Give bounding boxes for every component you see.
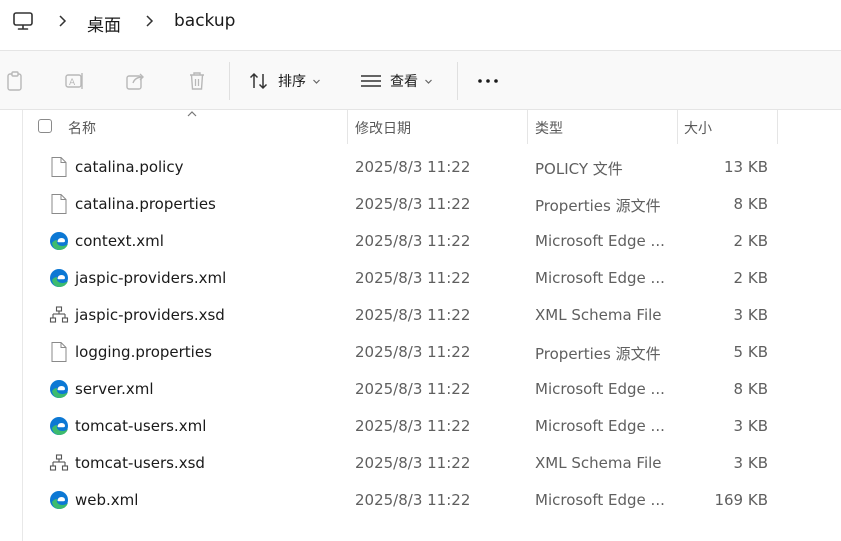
file-row[interactable]: catalina.properties 2025/8/3 11:22 Propert… <box>0 186 841 223</box>
file-row[interactable]: jaspic-providers.xsd 2025/8/3 11:22 XML Sc… <box>0 297 841 334</box>
file-name: tomcat-users.xsd <box>75 454 205 472</box>
file-modified-date: 2025/8/3 11:22 <box>355 158 471 176</box>
chevron-right-icon[interactable] <box>55 13 69 29</box>
sort-icon <box>249 72 268 90</box>
select-all-checkbox[interactable] <box>38 119 52 133</box>
toolbar-separator <box>457 62 458 100</box>
file-size: 2 KB <box>733 232 768 250</box>
edge-icon <box>50 417 68 435</box>
column-divider[interactable] <box>527 110 528 144</box>
breadcrumb-backup[interactable]: backup <box>174 11 235 31</box>
rename-icon[interactable]: A <box>63 69 87 93</box>
delete-icon[interactable] <box>185 69 209 93</box>
file-type: POLICY 文件 <box>535 160 623 178</box>
column-size[interactable]: 大小 <box>684 118 712 138</box>
file-size: 8 KB <box>733 380 768 398</box>
column-name[interactable]: 名称 <box>68 118 96 138</box>
view-list-icon <box>361 75 381 87</box>
column-divider[interactable] <box>677 110 678 144</box>
file-name: context.xml <box>75 232 164 250</box>
document-icon <box>51 157 67 177</box>
edge-icon <box>50 269 68 287</box>
file-name: catalina.policy <box>75 158 184 176</box>
file-size: 5 KB <box>733 343 768 361</box>
file-type: Properties 源文件 <box>535 345 661 363</box>
more-options-button[interactable] <box>476 69 500 93</box>
file-type: Microsoft Edge ... <box>535 232 665 250</box>
file-name: tomcat-users.xml <box>75 417 207 435</box>
schema-icon <box>49 306 69 323</box>
file-size: 2 KB <box>733 269 768 287</box>
file-type: Microsoft Edge ... <box>535 269 665 287</box>
file-row[interactable]: tomcat-users.xsd 2025/8/3 11:22 XML Schema… <box>0 445 841 482</box>
file-modified-date: 2025/8/3 11:22 <box>355 306 471 324</box>
column-date[interactable]: 修改日期 <box>355 118 411 138</box>
view-button[interactable]: 查看 <box>360 69 433 93</box>
sort-label: 排序 <box>278 74 306 90</box>
chevron-down-icon <box>313 79 320 84</box>
file-name: logging.properties <box>75 343 212 361</box>
address-bar[interactable]: 桌面 backup <box>0 0 841 44</box>
column-type[interactable]: 类型 <box>535 118 563 138</box>
file-row[interactable]: web.xml 2025/8/3 11:22 Microsoft Edge ... 1… <box>0 482 841 519</box>
document-icon <box>51 342 67 362</box>
file-name: web.xml <box>75 491 139 509</box>
schema-icon <box>49 454 69 471</box>
file-row[interactable]: tomcat-users.xml 2025/8/3 11:22 Microsoft … <box>0 408 841 445</box>
column-divider[interactable] <box>347 110 348 144</box>
sort-ascending-icon <box>187 111 197 117</box>
file-row[interactable]: catalina.policy 2025/8/3 11:22 POLICY 文件 13… <box>0 149 841 186</box>
breadcrumb-desktop[interactable]: 桌面 <box>87 11 121 36</box>
file-modified-date: 2025/8/3 11:22 <box>355 417 471 435</box>
column-header: 名称 修改日期 类型 大小 <box>0 110 841 144</box>
file-type: XML Schema File <box>535 454 662 472</box>
file-size: 8 KB <box>733 195 768 213</box>
paste-icon[interactable] <box>4 69 28 93</box>
file-size: 13 KB <box>724 158 768 176</box>
toolbar-separator <box>229 62 230 100</box>
chevron-right-icon[interactable] <box>142 13 156 29</box>
file-modified-date: 2025/8/3 11:22 <box>355 195 471 213</box>
file-row[interactable]: jaspic-providers.xml 2025/8/3 11:22 Micros… <box>0 260 841 297</box>
command-bar: A 排序 查看 <box>0 51 841 109</box>
chevron-down-icon <box>425 79 432 84</box>
file-modified-date: 2025/8/3 11:22 <box>355 343 471 361</box>
file-modified-date: 2025/8/3 11:22 <box>355 269 471 287</box>
file-size: 3 KB <box>733 306 768 324</box>
share-icon[interactable] <box>124 69 148 93</box>
file-modified-date: 2025/8/3 11:22 <box>355 232 471 250</box>
this-pc-icon[interactable] <box>12 10 34 32</box>
file-row[interactable]: server.xml 2025/8/3 11:22 Microsoft Edge .… <box>0 371 841 408</box>
file-type: Properties 源文件 <box>535 197 661 215</box>
column-divider[interactable] <box>777 110 778 144</box>
edge-icon <box>50 491 68 509</box>
file-type: Microsoft Edge ... <box>535 417 665 435</box>
edge-icon <box>50 380 68 398</box>
file-modified-date: 2025/8/3 11:22 <box>355 380 471 398</box>
file-name: jaspic-providers.xsd <box>75 306 225 324</box>
file-name: server.xml <box>75 380 154 398</box>
file-modified-date: 2025/8/3 11:22 <box>355 454 471 472</box>
file-name: jaspic-providers.xml <box>75 269 227 287</box>
sort-button[interactable]: 排序 <box>248 69 321 93</box>
more-icon <box>478 79 498 83</box>
file-row[interactable]: context.xml 2025/8/3 11:22 Microsoft Edge … <box>0 223 841 260</box>
view-label: 查看 <box>390 74 418 90</box>
file-type: Microsoft Edge ... <box>535 380 665 398</box>
file-type: XML Schema File <box>535 306 662 324</box>
file-size: 3 KB <box>733 417 768 435</box>
file-size: 169 KB <box>714 491 768 509</box>
file-modified-date: 2025/8/3 11:22 <box>355 491 471 509</box>
file-size: 3 KB <box>733 454 768 472</box>
document-icon <box>51 194 67 214</box>
edge-icon <box>50 232 68 250</box>
svg-text:A: A <box>69 78 76 88</box>
file-type: Microsoft Edge ... <box>535 491 665 509</box>
file-name: catalina.properties <box>75 195 216 213</box>
file-row[interactable]: logging.properties 2025/8/3 11:22 Properti… <box>0 334 841 371</box>
